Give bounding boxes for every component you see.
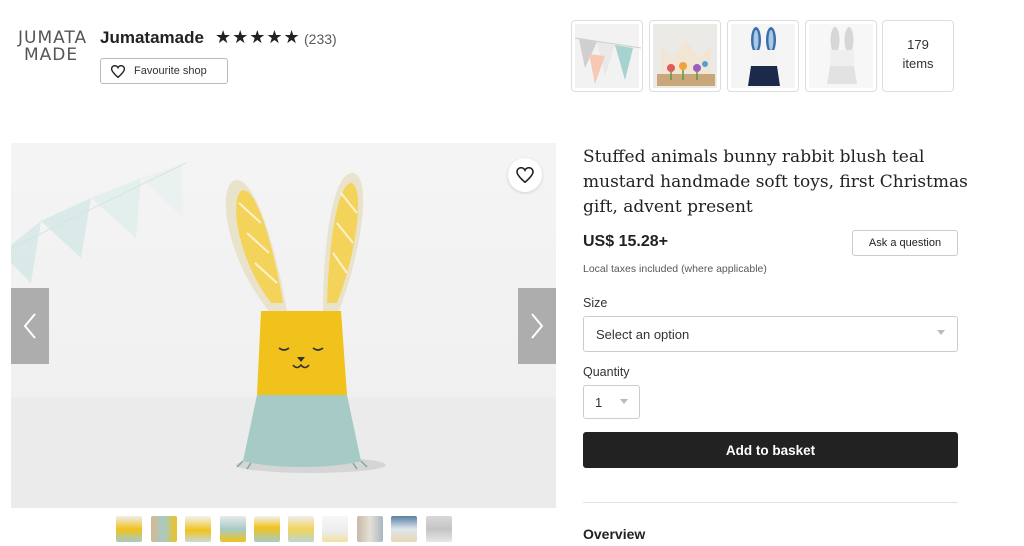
shop-listing-thumb-3[interactable]	[727, 20, 799, 92]
next-image-button[interactable]	[518, 288, 556, 364]
tax-note: Local taxes included (where applicable)	[583, 263, 767, 275]
shop-items-count[interactable]: 179 items	[882, 20, 954, 92]
items-label: items	[902, 56, 934, 71]
grey-bunny-image	[827, 27, 857, 84]
bunny-photo	[11, 162, 556, 508]
previous-image-button[interactable]	[11, 288, 49, 364]
shop-listing-thumb-4[interactable]	[805, 20, 877, 92]
ask-question-button[interactable]: Ask a question	[852, 230, 958, 256]
favourite-item-button[interactable]	[508, 158, 542, 192]
size-label: Size	[583, 296, 608, 310]
items-count: 179	[907, 37, 929, 52]
add-to-basket-button[interactable]: Add to basket	[583, 432, 958, 468]
favourite-shop-button[interactable]: Favourite shop	[100, 58, 228, 84]
heart-icon	[111, 64, 125, 78]
quantity-select-value: 1	[595, 394, 603, 410]
image-thumb-8[interactable]	[357, 516, 383, 542]
shop-listing-thumb-2[interactable]	[649, 20, 721, 92]
logo-line-2: MADE	[24, 45, 79, 65]
image-thumb-6[interactable]	[288, 516, 314, 542]
image-thumb-10[interactable]	[426, 516, 452, 542]
image-thumb-2[interactable]	[151, 516, 177, 542]
quantity-label: Quantity	[583, 365, 630, 379]
shop-logo[interactable]: JUMATA MADE	[18, 30, 90, 64]
crown-image	[657, 40, 715, 86]
image-thumb-3[interactable]	[185, 516, 211, 542]
chevron-down-icon	[937, 330, 945, 335]
product-title: Stuffed animals bunny rabbit blush teal …	[583, 147, 968, 217]
rating-stars: ★★★★★	[215, 27, 301, 47]
image-thumb-9[interactable]	[391, 516, 417, 542]
navy-bunny-image	[748, 27, 780, 86]
chevron-down-icon	[620, 399, 628, 404]
image-thumb-5[interactable]	[254, 516, 280, 542]
chevron-left-icon	[23, 313, 36, 339]
size-select-value: Select an option	[596, 326, 690, 342]
quantity-select[interactable]: 1	[583, 385, 640, 419]
size-select[interactable]: Select an option	[583, 316, 958, 352]
review-count[interactable]: (233)	[304, 31, 337, 47]
image-thumb-7[interactable]	[322, 516, 348, 542]
image-thumb-1[interactable]	[116, 516, 142, 542]
overview-heading[interactable]: Overview	[583, 526, 645, 542]
favourite-shop-label: Favourite shop	[134, 65, 207, 77]
heart-icon	[516, 167, 534, 183]
chevron-right-icon	[531, 313, 544, 339]
section-divider	[583, 502, 958, 503]
shop-name[interactable]: Jumatamade	[100, 28, 204, 48]
shop-listing-thumb-1[interactable]	[571, 20, 643, 92]
product-price: US$ 15.28+	[583, 233, 668, 250]
image-thumb-4[interactable]	[220, 516, 246, 542]
bunting-image	[574, 37, 642, 84]
main-product-image	[11, 143, 556, 508]
